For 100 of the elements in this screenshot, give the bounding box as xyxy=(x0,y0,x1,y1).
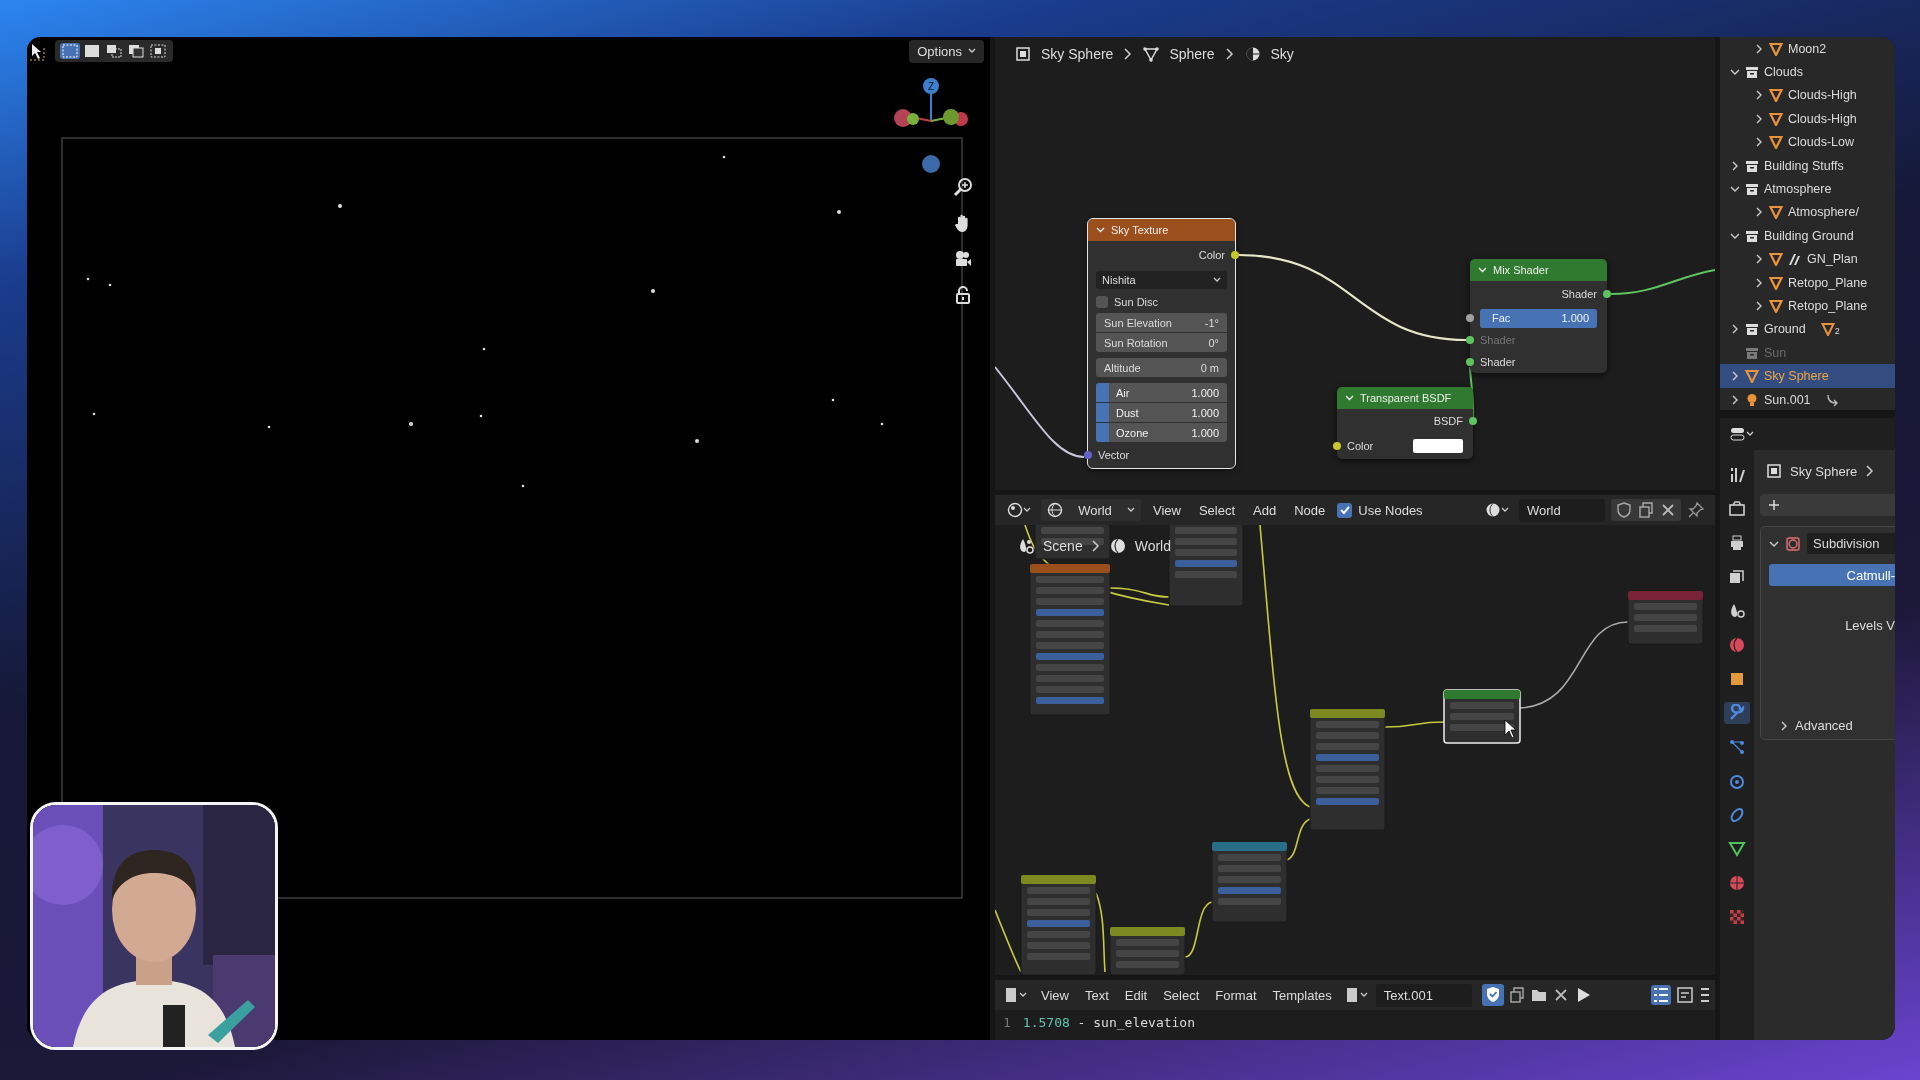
collapse-icon[interactable] xyxy=(1345,395,1354,401)
line-numbers-icon[interactable] xyxy=(1651,985,1671,1005)
advanced-subpanel-toggle[interactable]: Advanced xyxy=(1769,718,1895,733)
node-drawing[interactable] xyxy=(1029,563,1111,716)
checkbox[interactable] xyxy=(1096,296,1108,308)
color-swatch[interactable] xyxy=(1413,439,1463,453)
expand-chevron-icon[interactable] xyxy=(1754,90,1764,101)
menu-item[interactable]: Text xyxy=(1078,985,1115,1005)
outliner-item[interactable]: Atmosphere/ xyxy=(1720,200,1895,225)
curved-arrow-icon[interactable] xyxy=(1825,392,1840,407)
node-header[interactable]: Sky Texture xyxy=(1088,219,1235,241)
node-drawing[interactable] xyxy=(1211,841,1288,923)
outliner-item[interactable]: Sky Sphere xyxy=(1720,364,1895,388)
axis-gizmo[interactable]: Z xyxy=(891,75,971,145)
outliner-item[interactable]: Moon2 xyxy=(1720,37,1895,61)
node-header[interactable]: Transparent BSDF xyxy=(1337,387,1473,409)
options-dropdown[interactable]: Options xyxy=(909,39,984,63)
expand-chevron-icon[interactable] xyxy=(1730,371,1740,382)
number-field[interactable]: Sun Rotation 0° xyxy=(1096,333,1227,352)
menu-item[interactable]: Node xyxy=(1288,500,1332,520)
outliner-item[interactable]: GN_Plan xyxy=(1720,247,1895,271)
breadcrumb-link[interactable]: Sphere xyxy=(1169,46,1215,62)
menu-item[interactable]: Templates xyxy=(1266,985,1338,1005)
node-drawing[interactable] xyxy=(1168,522,1244,607)
number-field[interactable]: Sun Elevation -1° xyxy=(1096,313,1227,332)
outliner-item[interactable]: Clouds-High xyxy=(1720,83,1895,108)
select-tool-icon[interactable] xyxy=(29,41,45,61)
menu-item[interactable]: Add xyxy=(1247,500,1283,520)
slider-field[interactable]: Ozone 1.000 xyxy=(1096,423,1227,442)
select-mode-icon[interactable] xyxy=(126,43,146,59)
outliner-item[interactable]: Building Ground xyxy=(1720,224,1895,248)
menu-item[interactable]: Format xyxy=(1209,985,1263,1005)
checkbox[interactable] xyxy=(1337,502,1353,518)
menu-item[interactable]: Edit xyxy=(1118,985,1154,1005)
number-field[interactable]: Altitude 0 m xyxy=(1096,358,1227,377)
outliner-item[interactable]: Ground 2 xyxy=(1720,317,1895,342)
world-name-field[interactable]: World xyxy=(1519,498,1605,522)
camera-icon[interactable] xyxy=(953,249,973,269)
outliner-item[interactable]: Sun.001 xyxy=(1720,387,1895,410)
expand-chevron-icon[interactable] xyxy=(1754,137,1764,148)
word-wrap-icon[interactable] xyxy=(1675,985,1695,1005)
breadcrumb-link[interactable]: Sky xyxy=(1270,46,1294,62)
node-drawing[interactable] xyxy=(1309,708,1386,831)
node-socket[interactable] xyxy=(1466,358,1474,366)
node-drawing[interactable] xyxy=(1034,522,1111,560)
outliner-item[interactable]: Retopo_Plane xyxy=(1720,294,1895,318)
node-drawing[interactable] xyxy=(1109,926,1186,975)
menu-item[interactable]: View xyxy=(1035,985,1075,1005)
expand-chevron-icon[interactable] xyxy=(1754,277,1764,288)
outliner-item[interactable]: Clouds xyxy=(1720,60,1895,84)
select-mode-icon[interactable] xyxy=(148,43,168,59)
outliner-item[interactable]: Building Stuffs xyxy=(1720,153,1895,178)
expand-chevron-icon[interactable] xyxy=(1730,324,1740,335)
outliner-item[interactable]: Atmosphere xyxy=(1720,177,1895,201)
pin-icon[interactable] xyxy=(1687,501,1705,519)
expand-chevron-icon[interactable] xyxy=(1754,254,1764,265)
node-socket[interactable] xyxy=(1333,442,1341,450)
expand-chevron-icon[interactable] xyxy=(1754,301,1764,311)
node-socket[interactable] xyxy=(1231,251,1239,259)
expand-chevron-icon[interactable] xyxy=(1730,160,1740,171)
caret-icon xyxy=(1213,277,1221,283)
collapse-icon[interactable] xyxy=(1096,227,1105,233)
slider-field[interactable]: Air 1.000 xyxy=(1096,383,1227,402)
slider-field[interactable]: Dust 1.000 xyxy=(1096,403,1227,422)
shield-icon[interactable] xyxy=(1481,984,1504,1006)
node-drawing[interactable] xyxy=(1627,590,1704,645)
expand-chevron-icon[interactable] xyxy=(1754,207,1764,218)
subdivision-type-button[interactable]: Catmull- xyxy=(1769,564,1895,586)
node-header[interactable]: Mix Shader xyxy=(1470,259,1607,281)
collapse-icon[interactable] xyxy=(1478,267,1487,273)
node-socket[interactable] xyxy=(1469,417,1477,425)
menu-item[interactable]: Select xyxy=(1157,985,1206,1005)
zoom-icon[interactable] xyxy=(953,177,973,197)
copy-icon[interactable] xyxy=(1507,986,1526,1004)
breadcrumb-link[interactable]: Sky Sphere xyxy=(1041,46,1114,62)
select-mode-icon[interactable] xyxy=(104,43,124,59)
select-mode-icon[interactable] xyxy=(82,43,102,59)
expand-chevron-icon[interactable] xyxy=(1754,43,1764,54)
node-socket[interactable] xyxy=(1084,451,1092,459)
lock-icon[interactable] xyxy=(953,285,973,305)
world-type-dropdown[interactable]: World xyxy=(1041,499,1141,521)
syntax-icon[interactable] xyxy=(1699,985,1709,1005)
camera-view-icon[interactable] xyxy=(921,154,941,174)
node-socket[interactable] xyxy=(1603,290,1611,298)
copy-icon[interactable] xyxy=(1637,501,1655,519)
menu-item[interactable]: View xyxy=(1147,500,1187,520)
text-name-field[interactable]: Text.001 xyxy=(1375,983,1472,1007)
slider-field[interactable]: Fac 1.000 xyxy=(1480,308,1597,328)
breadcrumb-link[interactable]: World xyxy=(1134,538,1171,554)
modifier-name-field[interactable]: Subdivision xyxy=(1807,533,1895,554)
outliner-item[interactable]: Clouds-High xyxy=(1720,107,1895,131)
node-socket[interactable] xyxy=(1466,336,1474,344)
expand-chevron-icon[interactable] xyxy=(1730,394,1740,405)
outliner-item[interactable]: Clouds-Low xyxy=(1720,130,1895,154)
expand-chevron-icon[interactable] xyxy=(1754,113,1764,124)
outliner-item[interactable]: Retopo_Plane xyxy=(1720,270,1895,295)
node-socket[interactable] xyxy=(1466,314,1474,322)
node-drawing[interactable] xyxy=(1020,874,1097,975)
type-dropdown[interactable]: Nishita xyxy=(1096,271,1227,289)
menu-item[interactable]: Select xyxy=(1192,500,1242,520)
